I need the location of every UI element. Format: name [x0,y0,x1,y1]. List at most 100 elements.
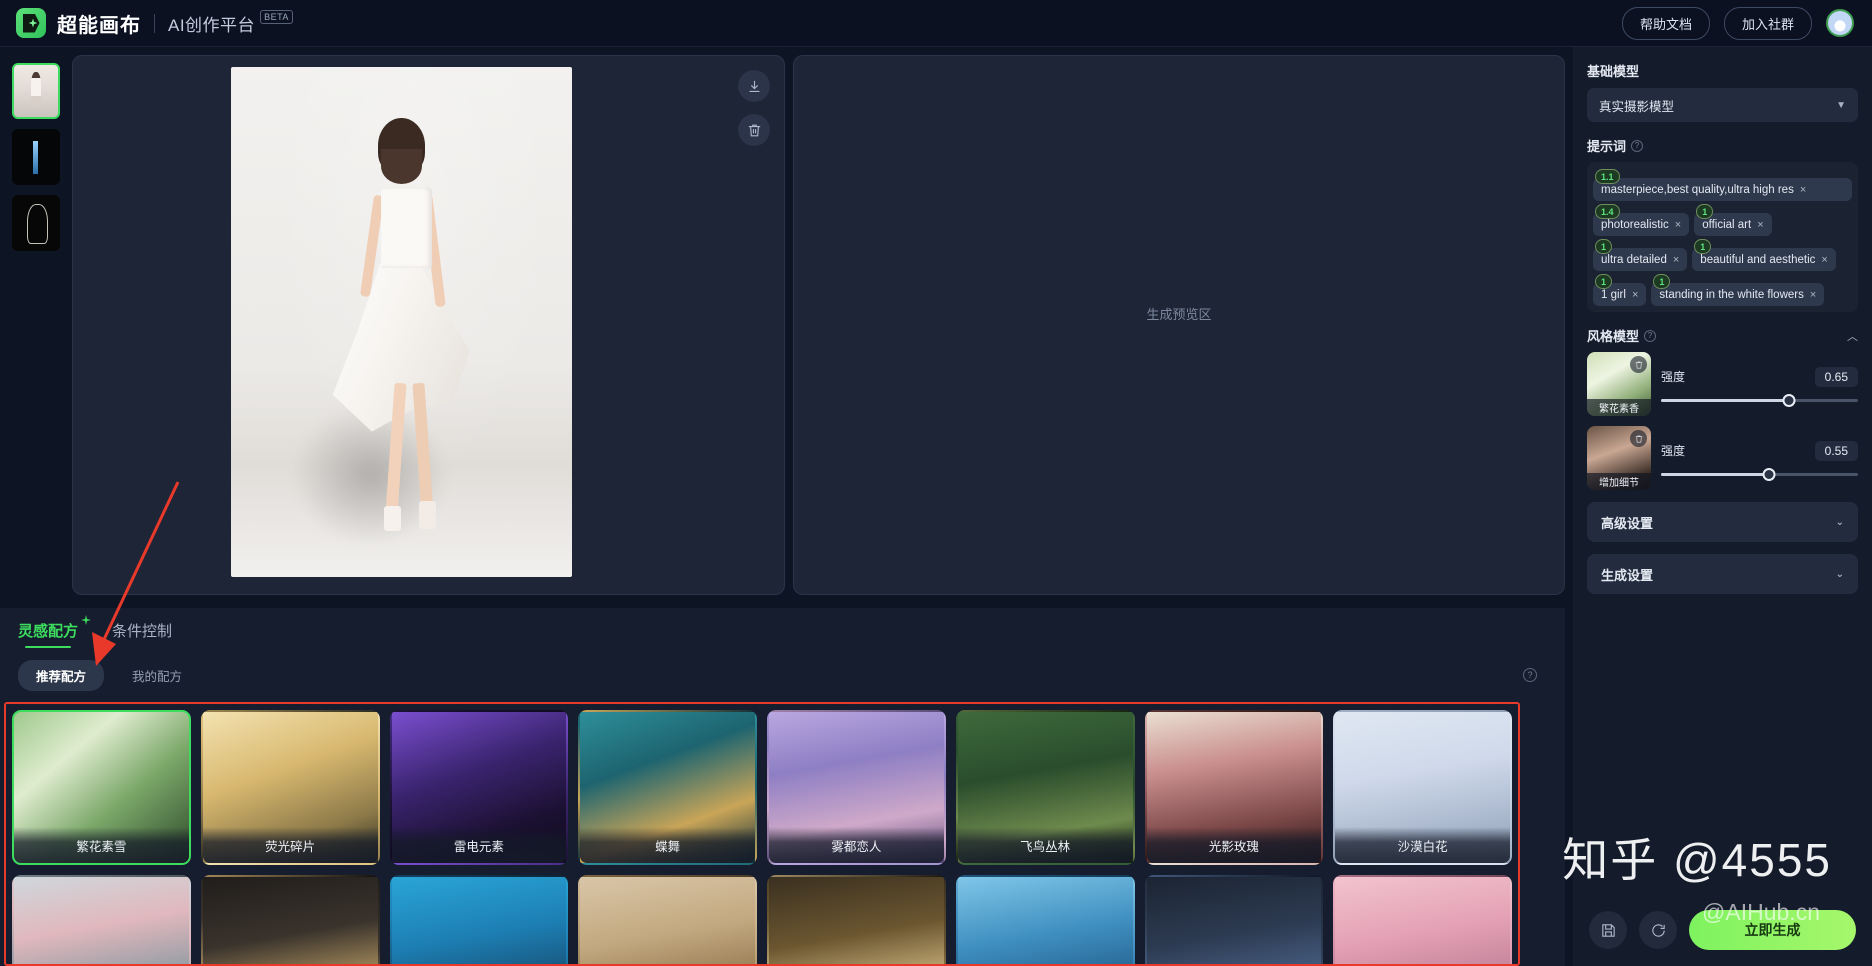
close-icon[interactable]: × [1675,219,1681,231]
recipe-card-label: 繁花素雪 [14,827,189,863]
recipes-tabs: 灵感配方 条件控制 [0,608,1565,648]
subtab-my-recipes[interactable]: 我的配方 [114,660,200,691]
style-model-strength-control: 强度 0.55 [1661,440,1858,481]
recipe-card[interactable]: 雷电元素 [389,710,569,865]
brand-divider [154,13,155,33]
strength-slider[interactable] [1661,393,1858,407]
prompt-tag-text: official art [1702,219,1752,231]
close-icon[interactable]: × [1810,289,1816,301]
source-image-panel [72,55,785,595]
recipe-card[interactable]: 飞鸟丛林 [955,710,1135,865]
settings-panel: 基础模型 真实摄影模型 ▼ 提示词 ? 1.1 masterpiece,best… [1573,47,1872,966]
chevron-up-icon[interactable]: ︿ [1847,328,1858,344]
prompt-tag[interactable]: 1 official art × [1694,204,1772,236]
generate-action-bar: 立即生成 [1573,894,1872,966]
recipe-card[interactable]: 雾都恋人 [767,710,946,865]
recipe-card[interactable] [1144,875,1324,964]
strength-value[interactable]: 0.65 [1814,366,1858,387]
recipe-card-label: 荧光碎片 [202,827,378,863]
slider-knob[interactable] [1782,393,1796,407]
source-image[interactable] [231,67,572,577]
join-group-button[interactable]: 加入社群 [1723,6,1812,40]
close-icon[interactable]: × [1821,254,1827,266]
close-icon[interactable]: × [1800,184,1806,196]
close-icon[interactable]: × [1673,254,1679,266]
prompt-tag-list[interactable]: 1.1 masterpiece,best quality,ultra high … [1587,162,1858,312]
prompt-tag-weight: 1 [1595,239,1613,254]
prompt-tag-text: beautiful and aesthetic [1700,254,1816,266]
recipe-card[interactable]: 蝶舞 [578,710,757,865]
prompt-tag[interactable]: 1 beautiful and aesthetic × [1692,239,1836,271]
recipe-card[interactable]: 繁花素雪 [12,710,191,865]
recipe-card[interactable] [200,875,380,964]
style-model-thumbnail[interactable]: 增加细节 [1587,426,1651,490]
recipe-card[interactable] [955,875,1135,964]
subtab-recommended-recipes[interactable]: 推荐配方 [18,660,105,691]
base-model-select[interactable]: 真实摄影模型 ▼ [1587,88,1858,122]
recipe-card-label: 雷电元素 [391,827,567,863]
style-model-strength-control: 强度 0.65 [1661,366,1858,407]
generation-settings-label: 生成设置 [1601,567,1654,583]
recipes-grid-row1: 繁花素雪 荧光碎片 雷电元素 蝶舞 雾都恋人 飞鸟丛林 光影玫瑰 沙漠白花 [12,710,1512,865]
base-model-value: 真实摄影模型 [1599,99,1675,114]
trash-icon[interactable] [1630,430,1647,447]
preview-placeholder: 生成预览区 [1146,307,1212,322]
style-model-help-icon[interactable]: ? [1644,329,1657,342]
chevron-down-icon: ⌄ [1835,516,1844,528]
style-model-thumbnail[interactable]: 繁花素香 [1587,352,1651,416]
thumbnail-rail [0,47,72,602]
prompt-tag-text: masterpiece,best quality,ultra high res [1601,184,1794,196]
recipe-card[interactable] [1333,875,1512,964]
beta-badge: BETA [260,10,293,24]
recipe-card[interactable] [12,875,191,964]
prompt-tag[interactable]: 1 1 girl × [1593,274,1647,306]
trash-icon[interactable] [1630,356,1647,373]
thumbnail-reference-photo[interactable] [12,63,60,119]
save-icon[interactable] [1589,911,1627,949]
thumbnail-lineart-map[interactable] [12,195,60,251]
brand-name: 超能画布 [57,14,141,37]
style-model-name: 繁花素香 [1587,399,1651,416]
strength-label: 强度 [1661,444,1686,458]
prompt-title: 提示词 [1587,139,1627,154]
strength-slider[interactable] [1661,467,1858,481]
generation-settings-accordion[interactable]: 生成设置 ⌄ [1587,554,1858,594]
recipe-card[interactable]: 光影玫瑰 [1144,710,1324,865]
recipe-card-label: 飞鸟丛林 [957,827,1133,863]
help-doc-button[interactable]: 帮助文档 [1621,6,1710,40]
strength-value[interactable]: 0.55 [1814,440,1858,461]
prompt-help-icon[interactable]: ? [1631,139,1644,152]
user-avatar[interactable] [1826,9,1854,37]
slider-knob[interactable] [1762,467,1776,481]
recipe-card[interactable] [389,875,569,964]
generation-preview-panel[interactable]: 生成预览区 [793,55,1565,595]
prompt-tag[interactable]: 1.4 photorealistic × [1593,204,1690,236]
trash-icon[interactable] [738,114,770,146]
close-icon[interactable]: × [1632,289,1638,301]
recipe-card[interactable] [578,875,757,964]
advanced-settings-accordion[interactable]: 高级设置 ⌄ [1587,502,1858,542]
thumbnail-depth-map[interactable] [12,129,60,185]
recipe-card[interactable]: 荧光碎片 [200,710,380,865]
brand-subtitle: AI创作平台 [168,15,256,35]
recipes-help-icon[interactable]: ? [1523,668,1537,682]
generate-button[interactable]: 立即生成 [1689,910,1856,950]
recipe-card[interactable]: 沙漠白花 [1333,710,1512,865]
prompt-tag[interactable]: 1 ultra detailed × [1593,239,1688,271]
download-icon[interactable] [738,70,770,102]
style-model-name: 增加细节 [1587,473,1651,490]
app-root: 超能画布 AI创作平台 BETA 帮助文档 加入社群 生成预览区 灵感配方 条件… [0,0,1872,966]
prompt-tag-text: photorealistic [1601,219,1669,231]
canvas-logo-icon[interactable] [16,8,46,38]
close-icon[interactable]: × [1757,219,1763,231]
refresh-icon[interactable] [1639,911,1677,949]
chevron-down-icon: ▼ [1836,99,1846,111]
tab-condition-control[interactable]: 条件控制 [112,620,172,648]
style-model-item: 繁花素香 强度 0.65 [1587,352,1858,416]
base-model-title: 基础模型 [1587,64,1640,79]
recipe-card[interactable] [767,875,946,964]
prompt-tag[interactable]: 1.1 masterpiece,best quality,ultra high … [1593,169,1852,201]
tab-inspiration-recipes[interactable]: 灵感配方 [18,615,92,648]
prompt-tag[interactable]: 1 standing in the white flowers × [1651,274,1825,306]
prompt-tag-weight: 1 [1694,239,1712,254]
